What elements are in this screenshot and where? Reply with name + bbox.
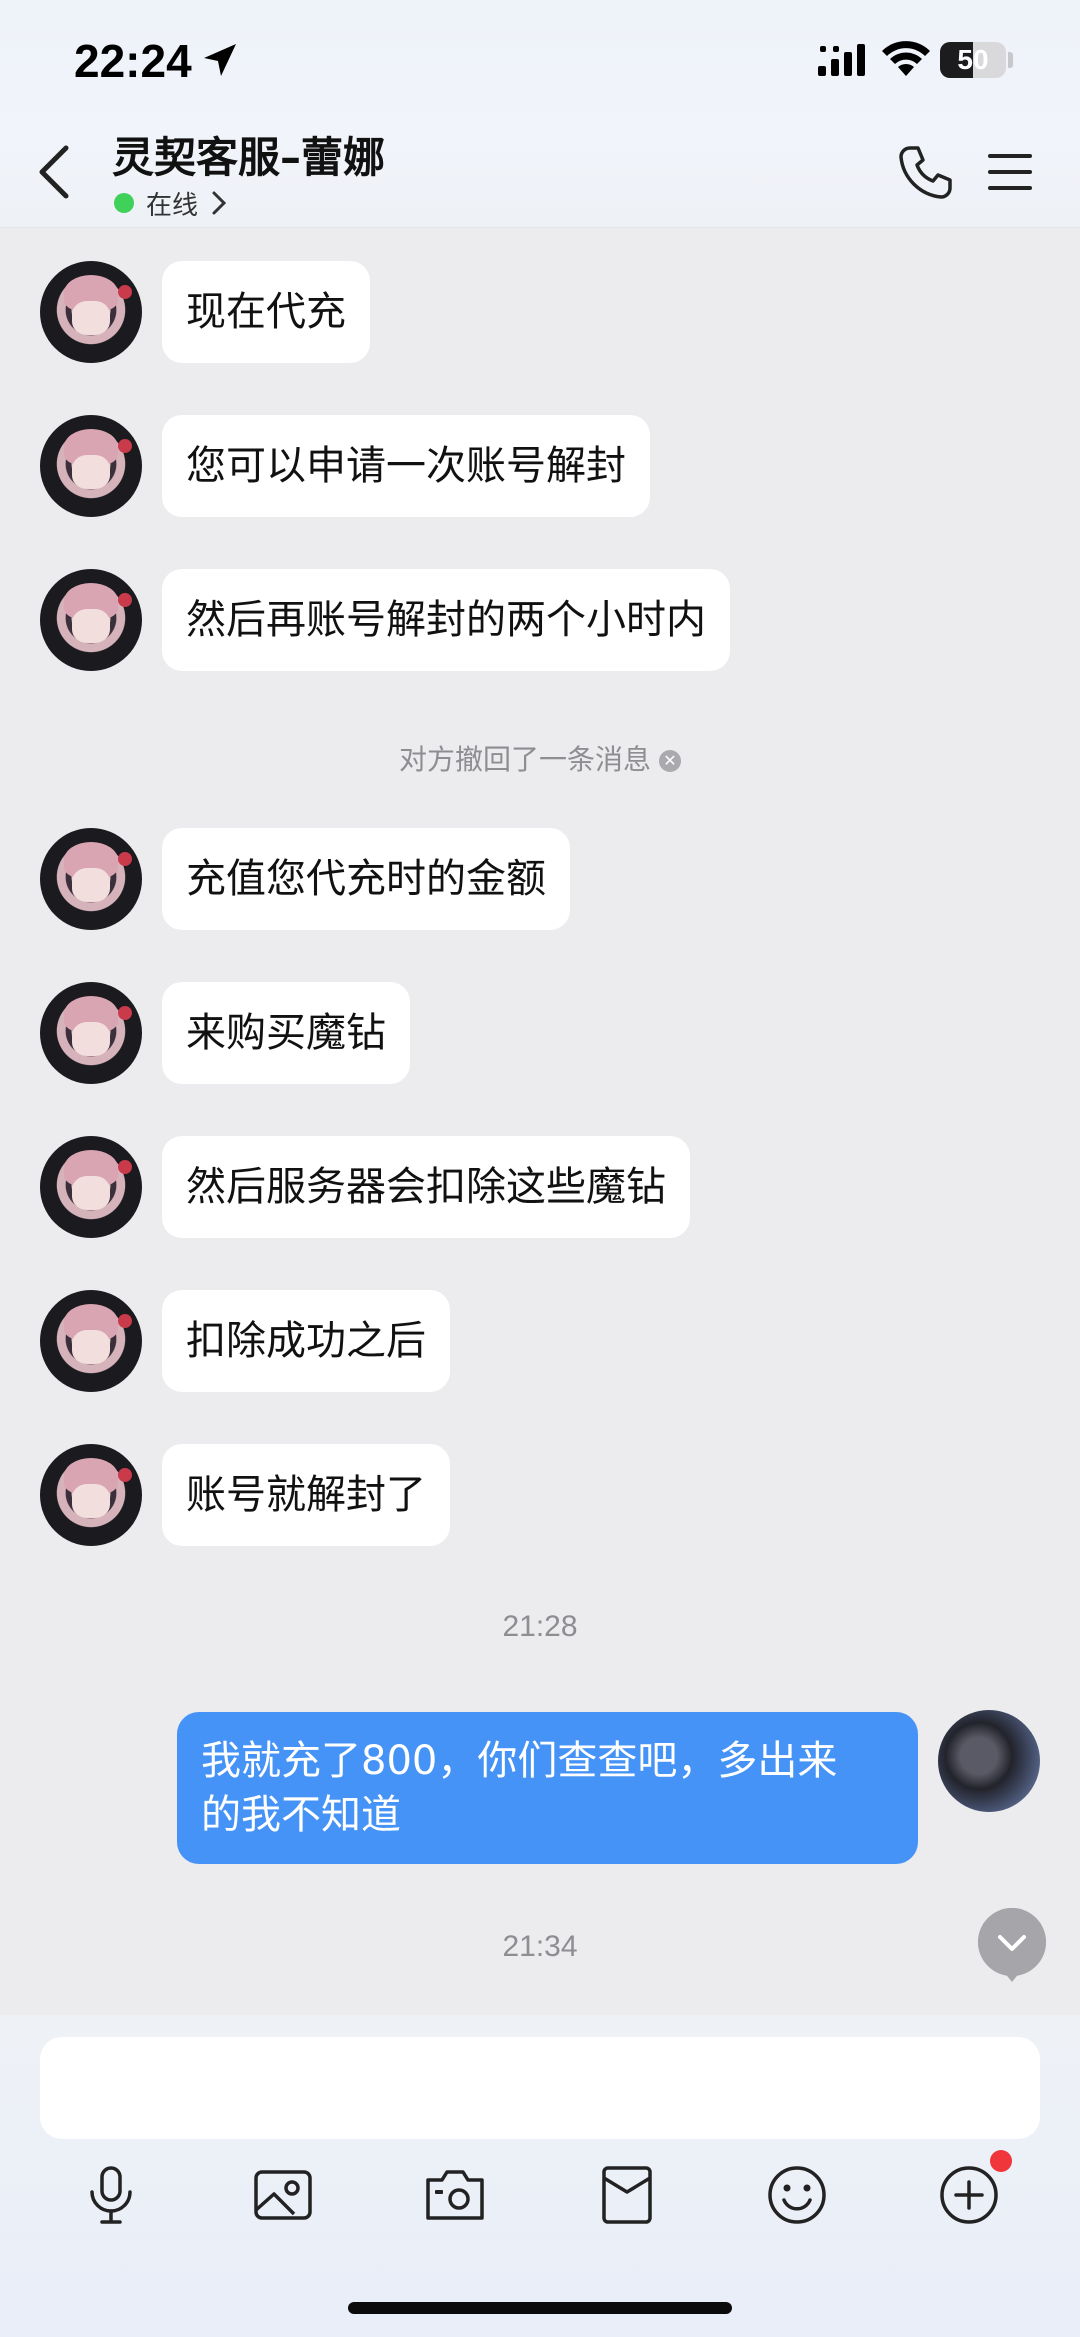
agent-avatar[interactable] bbox=[40, 415, 142, 517]
user-avatar[interactable] bbox=[938, 1710, 1040, 1812]
message-bubble[interactable]: 账号就解封了 bbox=[162, 1444, 450, 1546]
message-bubble[interactable]: 然后再账号解封的两个小时内 bbox=[162, 569, 730, 671]
own-message-bubble[interactable]: 我就充了800，你们查查吧，多出来 的我不知道 bbox=[177, 1712, 918, 1864]
message-input[interactable] bbox=[40, 2037, 1040, 2139]
message-bubble[interactable]: 您可以申请一次账号解封 bbox=[162, 415, 650, 517]
online-status[interactable]: 在线 bbox=[114, 186, 228, 221]
home-indicator[interactable] bbox=[348, 2302, 732, 2314]
message-bubble[interactable]: 来购买魔钻 bbox=[162, 982, 410, 1084]
own-message-line: 的我不知道 bbox=[201, 1792, 401, 1838]
location-arrow-icon bbox=[204, 44, 236, 76]
agent-avatar[interactable] bbox=[40, 261, 142, 363]
notification-dot bbox=[990, 2150, 1012, 2172]
camera-icon[interactable] bbox=[422, 2162, 488, 2228]
own-message-line: 我就充了800，你们查查吧，多出来 bbox=[201, 1738, 838, 1784]
online-dot bbox=[114, 193, 134, 213]
message-timestamp: 21:34 bbox=[502, 1930, 578, 1963]
battery-cap bbox=[1008, 52, 1013, 68]
recall-notice-text: 对方撤回了一条消息 bbox=[398, 743, 651, 776]
image-icon[interactable] bbox=[250, 2162, 316, 2228]
emoji-icon[interactable] bbox=[764, 2162, 830, 2228]
agent-avatar[interactable] bbox=[40, 828, 142, 930]
online-status-text: 在线 bbox=[146, 190, 199, 221]
chat-title[interactable]: 灵契客服–蕾娜 bbox=[112, 124, 385, 185]
recall-notice: 对方撤回了一条消息 ✕ bbox=[0, 738, 1080, 778]
status-time: 22:24 bbox=[74, 35, 192, 87]
message-bubble[interactable]: 充值您代充时的金额 bbox=[162, 828, 570, 930]
agent-avatar[interactable] bbox=[40, 1290, 142, 1392]
message-timestamp: 21:28 bbox=[502, 1610, 578, 1643]
agent-avatar[interactable] bbox=[40, 982, 142, 1084]
wifi-icon bbox=[882, 41, 930, 76]
battery-level: 50 bbox=[957, 44, 989, 75]
menu-button[interactable] bbox=[986, 150, 1034, 194]
phone-call-button[interactable] bbox=[896, 144, 954, 202]
message-bubble[interactable]: 现在代充 bbox=[162, 261, 370, 363]
agent-avatar[interactable] bbox=[40, 569, 142, 671]
close-circle-icon: ✕ bbox=[659, 750, 681, 772]
agent-avatar[interactable] bbox=[40, 1136, 142, 1238]
battery-indicator: 50 bbox=[940, 42, 1006, 78]
cellular-signal-icon bbox=[818, 44, 865, 76]
scroll-to-bottom-button[interactable] bbox=[978, 1908, 1046, 1982]
microphone-icon[interactable] bbox=[78, 2162, 144, 2228]
back-button[interactable] bbox=[30, 142, 80, 202]
chevron-right-icon bbox=[212, 191, 227, 215]
red-packet-icon[interactable] bbox=[594, 2162, 660, 2228]
message-bubble[interactable]: 扣除成功之后 bbox=[162, 1290, 450, 1392]
plus-icon[interactable] bbox=[936, 2162, 1002, 2228]
message-bubble[interactable]: 然后服务器会扣除这些魔钻 bbox=[162, 1136, 690, 1238]
agent-avatar[interactable] bbox=[40, 1444, 142, 1546]
